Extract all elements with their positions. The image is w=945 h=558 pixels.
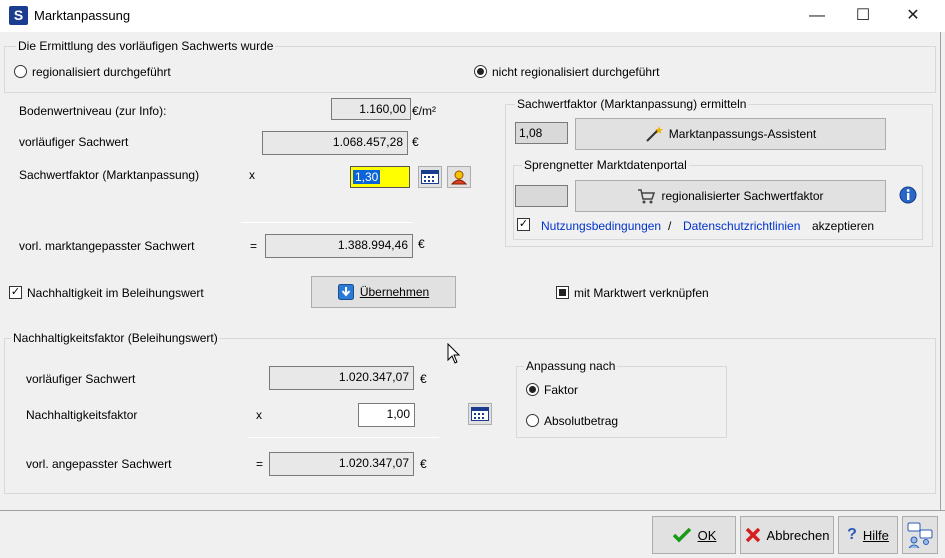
marktwert-checkbox[interactable] [556,286,569,299]
bodenwert-field: 1.160,00 [331,98,411,120]
nachhaltigkeitsfaktor-input[interactable]: 1,00 [358,403,415,427]
close-button[interactable]: ✕ [890,0,936,32]
marktwert-checkbox-label[interactable]: mit Marktwert verknüpfen [574,286,709,300]
info-button[interactable] [898,185,918,205]
link-separator: / [668,219,672,233]
angepasst-operator: = [250,239,258,253]
radio-regionalisiert[interactable] [14,65,27,78]
title-bar: S Marktanpassung — ☐ ✕ [0,0,945,32]
angepasst-label: vorl. marktangepasster Sachwert [19,239,195,253]
mouse-cursor-icon [447,343,461,364]
window-edge [940,32,941,510]
radio-nicht-regionalisiert-label[interactable]: nicht regionalisiert durchgeführt [492,65,659,79]
hilfe-button[interactable]: ? Hilfe [838,516,898,554]
nh-sachwert-field: 1.020.347,07 [269,366,414,390]
marktanpassungs-assistent-label: Marktanpassungs-Assistent [668,127,817,141]
bodenwert-label: Bodenwertniveau (zur Info): [19,104,167,118]
anpassung-legend: Anpassung nach [524,359,618,373]
regionalisierter-sachwertfaktor-label: regionalisierter Sachwertfaktor [661,189,824,203]
faktor-operator: x [249,168,255,182]
separator-top [241,222,413,223]
nh-angepasst-unit: € [420,457,427,471]
cross-icon [745,527,760,543]
ok-label: OK [697,527,717,543]
faktor-label: Sachwertfaktor (Marktanpassung) [19,168,200,182]
ermittlung-legend: Die Ermittlung des vorläufigen Sachwerts… [16,39,276,53]
maximize-button[interactable]: ☐ [840,0,886,32]
calculator-icon [421,170,439,184]
separator-bottom [248,437,439,438]
angepasst-unit: € [418,237,425,251]
nachhaltigkeit-checkbox[interactable]: ✓ [9,286,22,299]
cart-icon [638,189,656,204]
sachwert-unit: € [412,135,419,149]
calculator-icon [471,407,489,421]
bodenwert-unit: €/m² [412,104,436,118]
nutzungsbedingungen-link[interactable]: Nutzungsbedingungen [541,219,661,233]
nachhaltigkeit-checkbox-label[interactable]: Nachhaltigkeit im Beleihungswert [27,286,204,300]
radio-regionalisiert-label[interactable]: regionalisiert durchgeführt [32,65,171,79]
nh-faktor-label: Nachhaltigkeitsfaktor [26,408,138,422]
assistant-icon [450,170,468,185]
nh-angepasst-field: 1.020.347,07 [269,452,414,476]
uebernehmen-label: Übernehmen [359,285,430,299]
app-icon: S [9,6,28,25]
akzeptieren-label: akzeptieren [812,219,875,233]
abbrechen-label: Abbrechen [766,527,830,543]
radio-absolutbetrag[interactable] [526,414,539,427]
marktanpassungs-assistent-button[interactable]: Marktanpassungs-Assistent [575,118,886,150]
akzeptieren-checkbox[interactable]: ✓ [517,218,530,231]
portal-legend: Sprengnetter Marktdatenportal [522,158,689,172]
portal-wert-field [515,185,568,207]
support-icon [907,522,933,549]
ok-button[interactable]: OK [652,516,736,554]
uebernehmen-button[interactable]: Übernehmen [311,276,456,308]
radio-faktor-label[interactable]: Faktor [544,383,578,397]
radio-faktor[interactable] [526,383,539,396]
nh-faktor-operator: x [256,408,262,422]
nachhaltigkeit-legend: Nachhaltigkeitsfaktor (Beleihungswert) [11,331,220,345]
nh-sachwert-label: vorläufiger Sachwert [26,372,136,386]
checkmark-icon [672,527,691,543]
download-arrow-icon [337,284,354,300]
radio-absolutbetrag-label[interactable]: Absolutbetrag [544,414,618,428]
abbrechen-button[interactable]: Abbrechen [740,516,834,554]
nh-sachwert-unit: € [420,372,427,386]
angepasst-field: 1.388.994,46 [265,234,413,258]
info-icon [899,186,917,204]
assistant-button[interactable] [447,166,471,188]
minimize-button[interactable]: — [794,0,840,32]
sachwertfaktor-value: 1,30 [353,170,381,184]
sachwert-field: 1.068.457,28 [262,131,408,155]
regionalisierter-sachwertfaktor-button[interactable]: regionalisierter Sachwertfaktor [575,180,886,212]
ermitteln-legend: Sachwertfaktor (Marktanpassung) ermittel… [515,97,749,111]
radio-nicht-regionalisiert[interactable] [474,65,487,78]
window-title: Marktanpassung [34,8,131,23]
support-button[interactable] [902,516,938,554]
ermittelt-wert-field: 1,08 [515,122,568,144]
magic-wand-icon [646,126,663,142]
question-icon: ? [847,526,857,543]
datenschutzrichtlinien-link[interactable]: Datenschutzrichtlinien [683,219,800,233]
nh-calculator-button[interactable] [468,403,492,425]
sachwertfaktor-input[interactable]: 1,30 [350,166,410,188]
sachwert-label: vorläufiger Sachwert [19,135,129,149]
nh-angepasst-operator: = [256,457,264,471]
nh-angepasst-label: vorl. angepasster Sachwert [26,457,172,471]
calculator-button[interactable] [418,166,442,188]
footer-separator [0,510,945,511]
hilfe-label: Hilfe [862,527,889,543]
